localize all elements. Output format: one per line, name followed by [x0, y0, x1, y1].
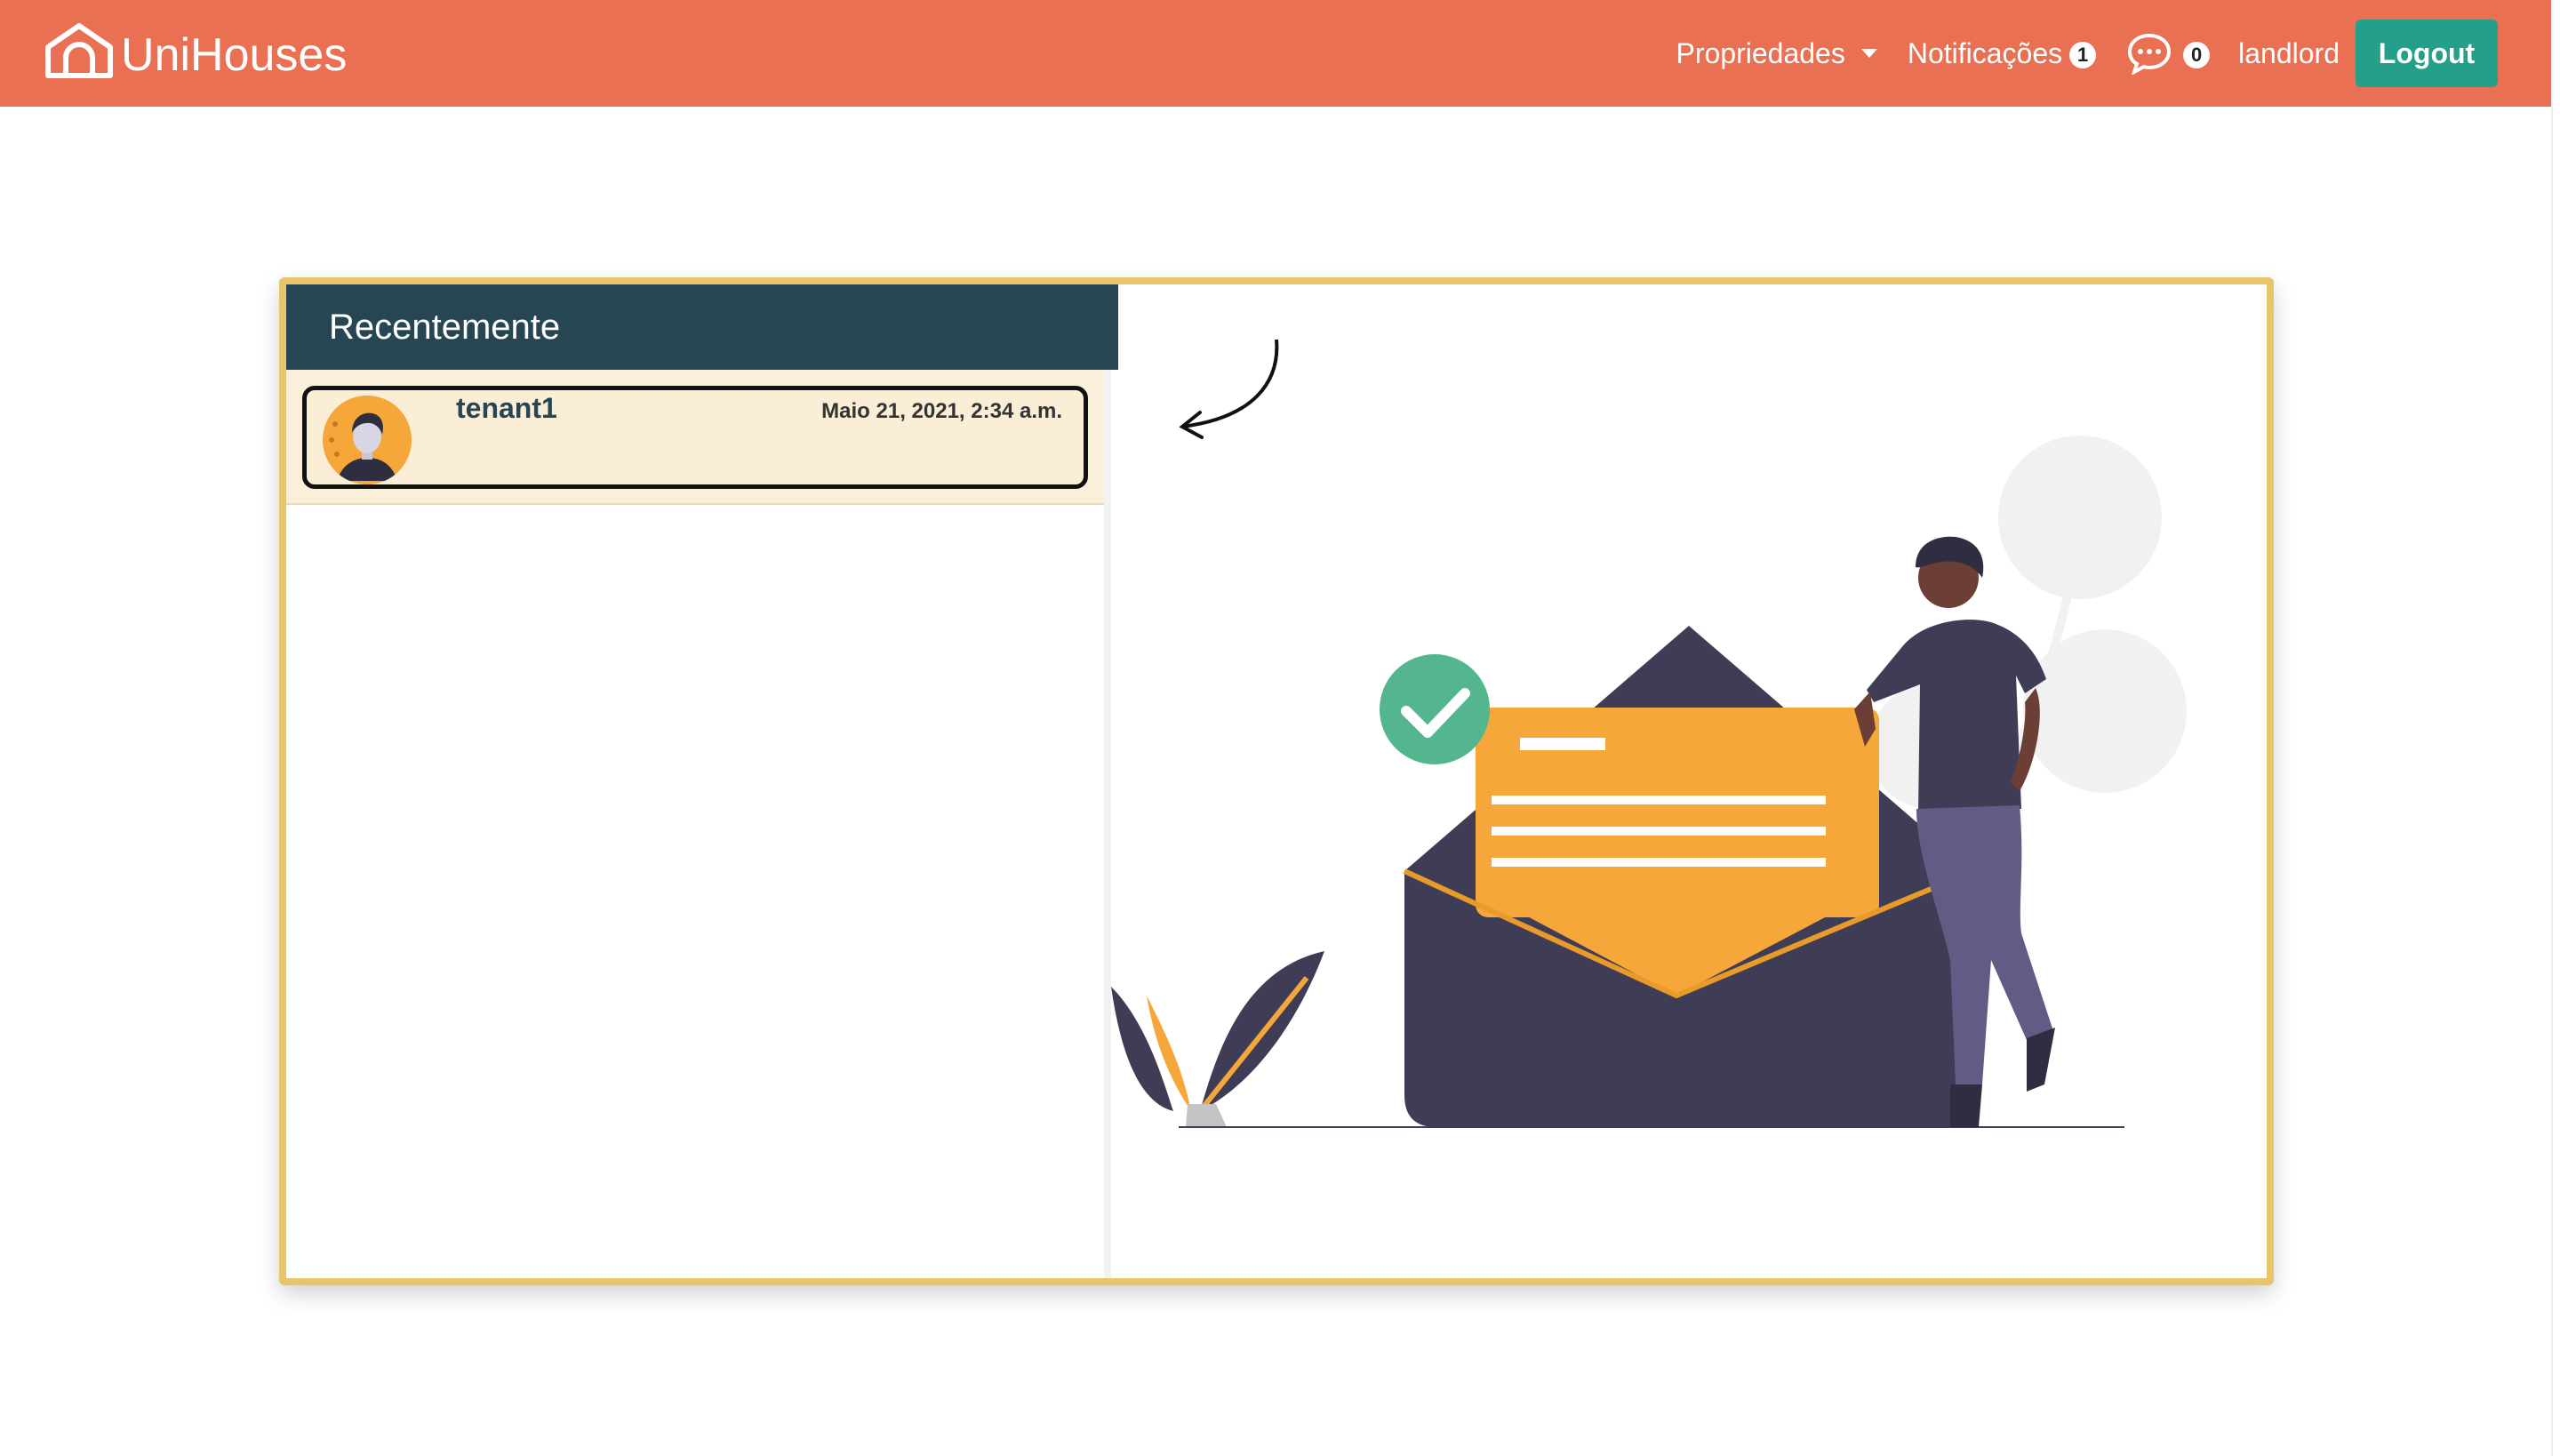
- user-label: landlord: [2238, 36, 2340, 69]
- user-avatar-icon: [323, 396, 412, 484]
- notifications-link[interactable]: Notificações 1: [1907, 36, 2097, 70]
- email-sent-illustration: [1111, 339, 2187, 1128]
- empty-state-panel: [1111, 284, 2267, 1278]
- house-logo-icon: [45, 23, 113, 78]
- logout-button[interactable]: Logout: [2356, 20, 2498, 87]
- brand-link[interactable]: UniHouses: [43, 20, 347, 82]
- notifications-badge: 1: [2069, 42, 2097, 68]
- check-circle-icon: [1380, 654, 1490, 764]
- recent-header: Recentemente: [286, 284, 1118, 370]
- conversation-name: tenant1: [456, 392, 557, 424]
- scrollbar[interactable]: [2551, 0, 2560, 1456]
- avatar: [323, 396, 412, 484]
- chat-bubble-icon: [2128, 33, 2172, 75]
- conversation-item[interactable]: tenant1 Maio 21, 2021, 2:34 a.m.: [302, 386, 1088, 489]
- user-menu[interactable]: landlord: [2238, 37, 2340, 70]
- inbox-card: Recentemente tenant1 Maio 21, 2021, 2:34…: [279, 277, 2274, 1285]
- caret-down-icon: [1860, 49, 1877, 58]
- conversation-list: Recentemente tenant1 Maio 21, 2021, 2:34…: [286, 284, 1118, 1278]
- conversation-date: Maio 21, 2021, 2:34 a.m.: [821, 399, 1062, 423]
- messages-badge: 0: [2183, 42, 2211, 68]
- nav-right: Propriedades Notificações 1 0 landlord L…: [1676, 0, 2498, 107]
- list-item: tenant1 Maio 21, 2021, 2:34 a.m.: [286, 370, 1104, 505]
- properties-label: Propriedades: [1676, 36, 1845, 69]
- notifications-label: Notificações: [1907, 36, 2063, 69]
- properties-dropdown[interactable]: Propriedades: [1676, 37, 1877, 70]
- messages-link[interactable]: 0: [2126, 32, 2211, 75]
- brand-name: UniHouses: [121, 29, 348, 81]
- navbar: UniHouses Propriedades Notificações 1 0 …: [0, 0, 2551, 107]
